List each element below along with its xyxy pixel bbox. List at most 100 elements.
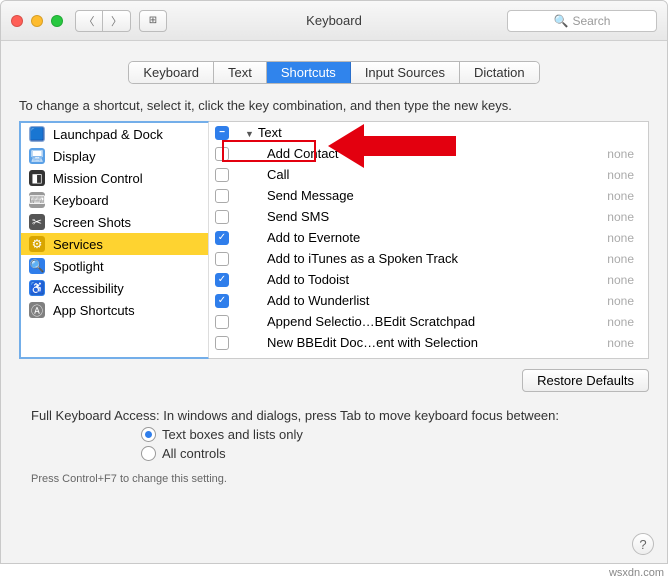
shortcut-list[interactable]: −▼TextAdd ContactnoneCallnoneSend Messag… [209, 121, 649, 359]
category-label: Keyboard [53, 193, 109, 208]
sidebar-item-launchpad-dock[interactable]: 🟦Launchpad & Dock [21, 123, 208, 145]
service-label: Call [237, 167, 607, 182]
sidebar-item-services[interactable]: ⚙ Services [21, 233, 208, 255]
fka-option-1[interactable]: Text boxes and lists only [141, 427, 637, 442]
checkbox-icon[interactable] [215, 210, 229, 224]
radio-icon [141, 427, 156, 442]
fka-option-2-label: All controls [162, 446, 226, 461]
service-row[interactable]: ✓ Add to Wunderlistnone [209, 290, 648, 311]
search-placeholder: Search [572, 14, 610, 28]
category-icon: 🖥 [29, 148, 45, 164]
prefs-tabs: KeyboardTextShortcutsInput SourcesDictat… [1, 61, 667, 84]
zoom-icon[interactable] [51, 15, 63, 27]
service-row[interactable]: Append Selectio…BEdit Scratchpadnone [209, 311, 648, 332]
fka-heading: Full Keyboard Access: In windows and dia… [31, 408, 637, 423]
sidebar-item-display[interactable]: 🖥 Display [21, 145, 208, 167]
category-icon: Ⓐ [29, 302, 45, 318]
restore-defaults-button[interactable]: Restore Defaults [522, 369, 649, 392]
close-icon[interactable] [11, 15, 23, 27]
sidebar-item-keyboard[interactable]: ⌨Keyboard [21, 189, 208, 211]
sidebar-item-mission-control[interactable]: ◧ Mission Control [21, 167, 208, 189]
shortcut-value[interactable]: none [607, 189, 642, 203]
category-icon: ◧ [29, 170, 45, 186]
service-row[interactable]: Add to iTunes as a Spoken Tracknone [209, 248, 648, 269]
category-icon: ♿ [29, 280, 45, 296]
category-label: Spotlight [53, 259, 104, 274]
category-icon: 🟦 [29, 126, 45, 142]
service-row[interactable]: Add Contactnone [209, 143, 648, 164]
service-label: Append Selectio…BEdit Scratchpad [237, 314, 607, 329]
service-label: Send SMS [237, 209, 607, 224]
fka-option-2[interactable]: All controls [141, 446, 637, 461]
window-controls [11, 15, 63, 27]
category-icon: 🔍 [29, 258, 45, 274]
instruction-text: To change a shortcut, select it, click t… [1, 98, 667, 121]
shortcut-value[interactable]: none [607, 252, 642, 266]
sidebar-item-spotlight[interactable]: 🔍 Spotlight [21, 255, 208, 277]
tab-shortcuts[interactable]: Shortcuts [267, 62, 351, 83]
watermark: wsxdn.com [609, 567, 664, 579]
service-row[interactable]: ✓ Add to Todoistnone [209, 269, 648, 290]
category-label: Accessibility [53, 281, 124, 296]
group-header[interactable]: −▼Text [209, 122, 648, 143]
shortcut-value[interactable]: none [607, 147, 642, 161]
search-icon: 🔍 [554, 14, 569, 28]
checkbox-icon[interactable] [215, 189, 229, 203]
category-label: Screen Shots [53, 215, 131, 230]
checkbox-icon[interactable]: ✓ [215, 273, 229, 287]
service-label: Add to Todoist [237, 272, 607, 287]
service-label: Add Contact [237, 146, 607, 161]
shortcut-value[interactable]: none [607, 315, 642, 329]
category-list[interactable]: 🟦Launchpad & Dock 🖥 Display ◧ Mission Contro… [19, 121, 209, 359]
service-row[interactable]: New BBEdit Doc…ent with Selectionnone [209, 332, 648, 353]
shortcut-value[interactable]: none [607, 294, 642, 308]
show-all-button[interactable]: ⊞ [139, 10, 167, 32]
tab-input-sources[interactable]: Input Sources [351, 62, 460, 83]
checkbox-icon[interactable] [215, 315, 229, 329]
category-icon: ✂ [29, 214, 45, 230]
shortcut-value[interactable]: none [607, 273, 642, 287]
fka-option-1-label: Text boxes and lists only [162, 427, 303, 442]
checkbox-icon[interactable] [215, 252, 229, 266]
category-label: Services [53, 237, 103, 252]
titlebar: 〈 〉 ⊞ Keyboard 🔍 Search [1, 1, 667, 41]
tab-text[interactable]: Text [214, 62, 267, 83]
category-label: App Shortcuts [53, 303, 135, 318]
checkbox-icon[interactable]: − [215, 126, 229, 140]
shortcut-value[interactable]: none [607, 210, 642, 224]
tab-keyboard[interactable]: Keyboard [129, 62, 214, 83]
sidebar-item-app-shortcuts[interactable]: Ⓐ App Shortcuts [21, 299, 208, 321]
tab-dictation[interactable]: Dictation [460, 62, 539, 83]
service-label: New BBEdit Doc…ent with Selection [237, 335, 607, 350]
radio-icon [141, 446, 156, 461]
disclosure-triangle-icon: ▼ [245, 129, 254, 139]
service-label: Add to Wunderlist [237, 293, 607, 308]
service-row[interactable]: ✓Add to Evernotenone [209, 227, 648, 248]
checkbox-icon[interactable] [215, 147, 229, 161]
footnote: Press Control+F7 to change this setting. [1, 461, 667, 497]
service-row[interactable]: Send Messagenone [209, 185, 648, 206]
help-button[interactable]: ? [632, 533, 654, 555]
shortcut-value[interactable]: none [607, 168, 642, 182]
nav-buttons: 〈 〉 [75, 10, 131, 32]
shortcut-value[interactable]: none [607, 336, 642, 350]
sidebar-item-screen-shots[interactable]: ✂ Screen Shots [21, 211, 208, 233]
service-label: Add to iTunes as a Spoken Track [237, 251, 607, 266]
category-label: Mission Control [53, 171, 143, 186]
group-label: ▼Text [237, 125, 642, 140]
back-button[interactable]: 〈 [75, 10, 103, 32]
search-input[interactable]: 🔍 Search [507, 10, 657, 32]
checkbox-icon[interactable] [215, 336, 229, 350]
checkbox-icon[interactable]: ✓ [215, 231, 229, 245]
service-label: Send Message [237, 188, 607, 203]
checkbox-icon[interactable]: ✓ [215, 294, 229, 308]
forward-button[interactable]: 〉 [103, 10, 131, 32]
service-row[interactable]: Send SMSnone [209, 206, 648, 227]
shortcut-value[interactable]: none [607, 231, 642, 245]
service-row[interactable]: Callnone [209, 164, 648, 185]
minimize-icon[interactable] [31, 15, 43, 27]
sidebar-item-accessibility[interactable]: ♿ Accessibility [21, 277, 208, 299]
checkbox-icon[interactable] [215, 168, 229, 182]
category-label: Display [53, 149, 96, 164]
category-icon: ⚙ [29, 236, 45, 252]
